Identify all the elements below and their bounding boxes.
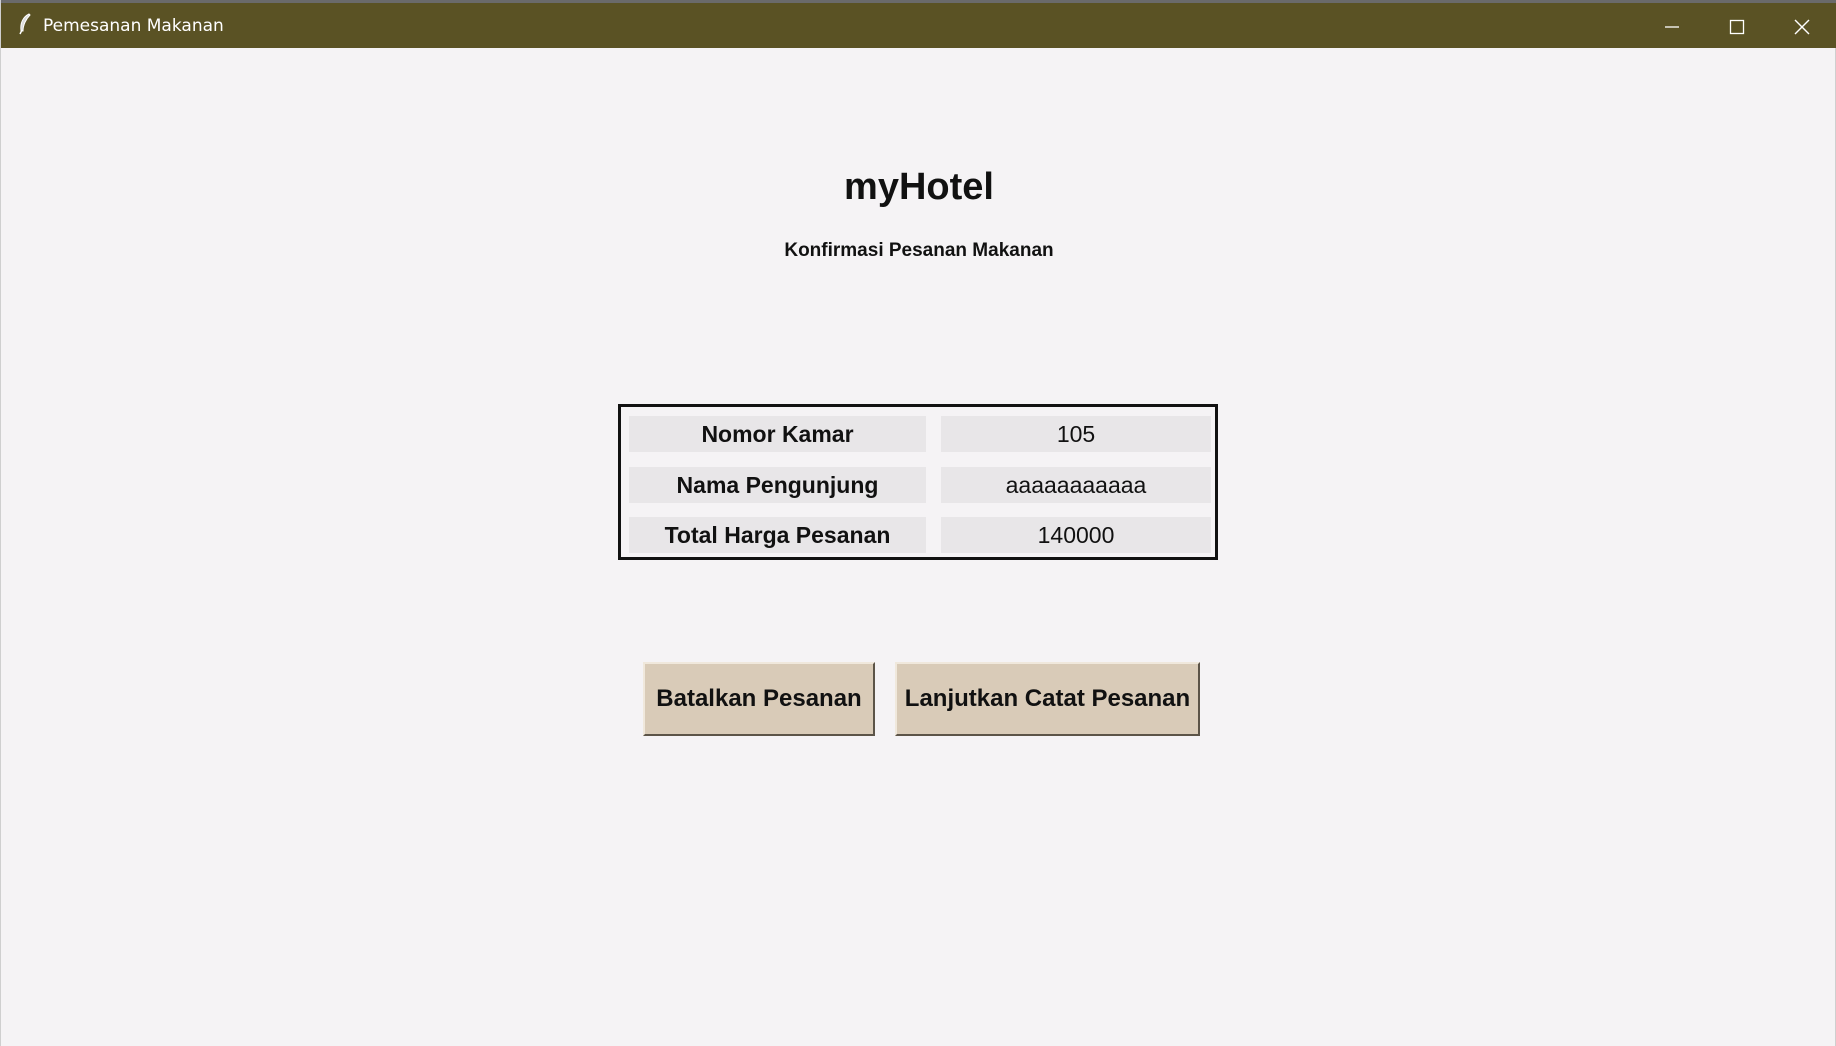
minimize-icon <box>1664 19 1680 35</box>
total-price-value: 140000 <box>941 517 1211 553</box>
continue-order-button[interactable]: Lanjutkan Catat Pesanan <box>895 662 1200 736</box>
total-price-label: Total Harga Pesanan <box>629 517 926 553</box>
room-number-label: Nomor Kamar <box>629 416 926 452</box>
app-window: Pemesanan Makanan myHotel Konfirmasi Pes… <box>0 0 1836 1046</box>
cancel-order-button[interactable]: Batalkan Pesanan <box>643 662 875 736</box>
order-summary-panel: Nomor Kamar 105 Nama Pengunjung aaaaaaaa… <box>618 404 1218 560</box>
room-number-value: 105 <box>941 416 1211 452</box>
maximize-icon <box>1729 19 1745 35</box>
page-subtitle: Konfirmasi Pesanan Makanan <box>784 240 1054 261</box>
maximize-button[interactable] <box>1704 6 1770 48</box>
guest-name-label: Nama Pengunjung <box>629 467 926 503</box>
close-icon <box>1794 19 1810 35</box>
guest-name-value: aaaaaaaaaaa <box>941 467 1211 503</box>
close-button[interactable] <box>1769 6 1835 48</box>
minimize-button[interactable] <box>1639 6 1705 48</box>
app-title: myHotel <box>844 166 994 208</box>
window-title: Pemesanan Makanan <box>43 16 224 36</box>
title-bar[interactable]: Pemesanan Makanan <box>1 0 1836 48</box>
feather-icon <box>17 13 33 35</box>
